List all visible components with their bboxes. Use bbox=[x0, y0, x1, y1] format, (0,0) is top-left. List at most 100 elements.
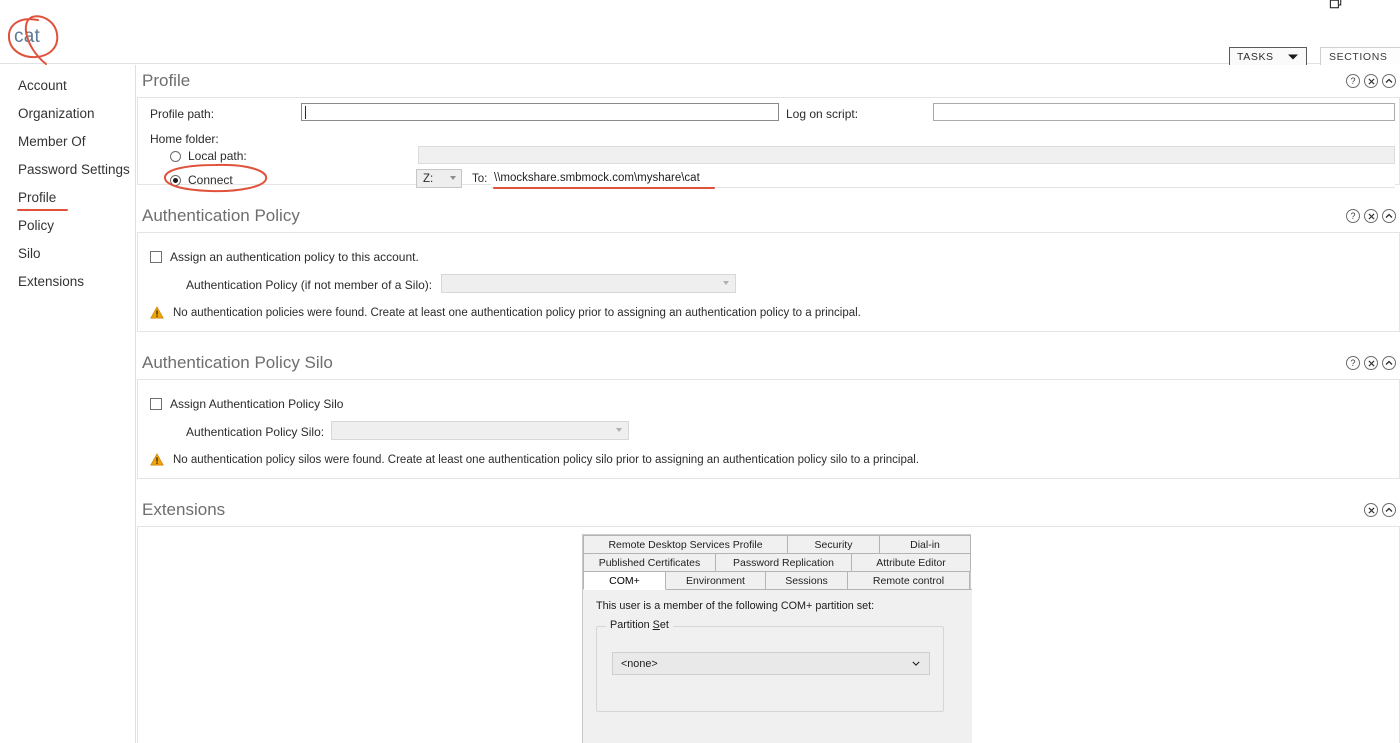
chevron-up-icon[interactable] bbox=[1382, 74, 1396, 88]
auth-policy-silo-section-header: Authentication Policy Silo ? bbox=[137, 347, 1400, 379]
tab-row-3: COM+ Environment Sessions Remote control bbox=[583, 571, 972, 590]
chevron-down-icon bbox=[616, 428, 622, 432]
tab-sessions[interactable]: Sessions bbox=[765, 571, 848, 590]
chevron-up-icon[interactable] bbox=[1382, 209, 1396, 223]
profile-section-header: Profile ? bbox=[137, 65, 1400, 97]
auth-policy-silo-label: Authentication Policy Silo: bbox=[186, 425, 325, 439]
auth-policy-section-header: Authentication Policy ? bbox=[137, 200, 1400, 232]
auth-policy-silo-warning-text: No authentication policy silos were foun… bbox=[173, 453, 920, 466]
close-icon[interactable] bbox=[1364, 356, 1378, 370]
auth-policy-select[interactable] bbox=[441, 274, 736, 293]
sidebar-item-silo[interactable]: Silo bbox=[0, 239, 135, 267]
section-header-icons bbox=[1364, 503, 1396, 517]
profile-path-label: Profile path: bbox=[150, 107, 215, 121]
tab-security[interactable]: Security bbox=[787, 535, 880, 553]
sections-button[interactable]: SECTIONS bbox=[1320, 47, 1400, 66]
sidebar-item-password-settings[interactable]: Password Settings bbox=[0, 155, 135, 183]
partition-set-groupbox: Partition Set <none> bbox=[596, 619, 944, 712]
chevron-down-icon bbox=[723, 281, 729, 285]
radio-connect[interactable] bbox=[170, 174, 181, 186]
group-label-pre: Partition bbox=[610, 619, 653, 631]
tab-remote-control[interactable]: Remote control bbox=[847, 571, 970, 590]
tab-com-plus[interactable]: COM+ bbox=[583, 571, 666, 590]
com-plus-tab-page: This user is a member of the following C… bbox=[583, 589, 972, 743]
connect-radio-row[interactable]: Connect bbox=[170, 173, 233, 187]
profile-panel: Profile path: Log on script: Home folder… bbox=[137, 97, 1400, 193]
tab-label: Environment bbox=[686, 575, 745, 587]
auth-policy-silo-select[interactable] bbox=[331, 421, 629, 440]
tab-label: Remote control bbox=[872, 575, 945, 587]
tab-label: Security bbox=[814, 538, 853, 551]
local-path-radio-row[interactable]: Local path: bbox=[170, 149, 247, 163]
section-header-icons: ? bbox=[1346, 209, 1396, 223]
sidebar-item-organization[interactable]: Organization bbox=[0, 99, 135, 127]
tab-label: Dial-in bbox=[910, 538, 940, 551]
profile-path-input[interactable] bbox=[301, 103, 779, 121]
close-icon[interactable] bbox=[1364, 503, 1378, 517]
tab-published-certificates[interactable]: Published Certificates bbox=[583, 553, 716, 571]
close-icon[interactable] bbox=[1364, 74, 1378, 88]
radio-local-path[interactable] bbox=[170, 150, 181, 162]
auth-policy-silo-panel: Assign Authentication Policy Silo Authen… bbox=[137, 379, 1400, 479]
red-underline-annotation bbox=[493, 187, 715, 189]
logon-script-input[interactable] bbox=[933, 103, 1395, 121]
auth-policy-silo-warning: No authentication policy silos were foun… bbox=[150, 453, 919, 466]
tab-password-replication[interactable]: Password Replication bbox=[715, 553, 852, 571]
restore-window-icon[interactable] bbox=[1329, 0, 1344, 11]
group-label-accel: S bbox=[652, 619, 660, 631]
section-title: Extensions bbox=[142, 500, 226, 519]
tab-attribute-editor[interactable]: Attribute Editor bbox=[851, 553, 971, 571]
section-header-icons: ? bbox=[1346, 356, 1396, 370]
text-caret bbox=[305, 106, 306, 119]
partition-set-select[interactable]: <none> bbox=[612, 652, 930, 675]
page-header: cat TASKS SECTIONS bbox=[0, 12, 1400, 66]
warning-triangle-icon bbox=[150, 306, 164, 319]
chevron-up-icon[interactable] bbox=[1382, 503, 1396, 517]
content-pane: Profile ? Profile path: Log on script: H… bbox=[137, 65, 1400, 743]
sidebar-item-label: Password Settings bbox=[18, 161, 130, 177]
home-folder-label: Home folder: bbox=[150, 132, 219, 146]
partition-set-value: <none> bbox=[621, 657, 658, 670]
sidebar-item-account[interactable]: Account bbox=[0, 71, 135, 99]
unc-path-value: \\mockshare.smbmock.com\myshare\cat bbox=[494, 172, 700, 184]
help-icon[interactable]: ? bbox=[1346, 74, 1360, 88]
tab-label: Published Certificates bbox=[598, 556, 701, 569]
sidebar-item-extensions[interactable]: Extensions bbox=[0, 267, 135, 295]
auth-policy-label: Authentication Policy (if not member of … bbox=[186, 278, 433, 292]
checkbox-assign-auth-policy[interactable] bbox=[150, 251, 162, 263]
tab-label: Sessions bbox=[785, 575, 828, 587]
ad-admin-center-window: cat TASKS SECTIONS Account Organization … bbox=[0, 0, 1400, 743]
unc-path-input[interactable]: \\mockshare.smbmock.com\myshare\cat bbox=[491, 169, 1395, 188]
tasks-label: TASKS bbox=[1237, 50, 1274, 63]
tasks-dropdown-button[interactable]: TASKS bbox=[1229, 47, 1307, 66]
help-icon[interactable]: ? bbox=[1346, 209, 1360, 223]
tab-label: Remote Desktop Services Profile bbox=[608, 538, 763, 551]
section-navigation-sidebar: Account Organization Member Of Password … bbox=[0, 65, 136, 743]
sidebar-item-label: Account bbox=[18, 77, 67, 93]
chevron-up-icon[interactable] bbox=[1382, 356, 1396, 370]
assign-auth-policy-silo-checkbox-row[interactable]: Assign Authentication Policy Silo bbox=[150, 397, 343, 411]
checkbox-assign-auth-policy-silo[interactable] bbox=[150, 398, 162, 410]
help-icon[interactable]: ? bbox=[1346, 356, 1360, 370]
close-icon[interactable] bbox=[1364, 209, 1378, 223]
tab-remote-desktop-services-profile[interactable]: Remote Desktop Services Profile bbox=[583, 535, 788, 553]
tab-label: Attribute Editor bbox=[876, 556, 946, 569]
sidebar-item-member-of[interactable]: Member Of bbox=[0, 127, 135, 155]
local-path-input bbox=[418, 146, 1395, 164]
properties-dialog: Remote Desktop Services Profile Security… bbox=[582, 534, 972, 743]
tab-page-content: This user is a member of the following C… bbox=[596, 600, 959, 612]
assign-auth-policy-checkbox-row[interactable]: Assign an authentication policy to this … bbox=[150, 250, 419, 264]
page-title: cat bbox=[14, 26, 40, 47]
sidebar-item-label: Profile bbox=[18, 189, 57, 205]
tab-environment[interactable]: Environment bbox=[665, 571, 766, 590]
sidebar-item-profile[interactable]: Profile bbox=[0, 183, 135, 211]
section-title: Profile bbox=[142, 71, 191, 90]
sidebar-item-label: Organization bbox=[18, 105, 95, 121]
extensions-panel: Remote Desktop Services Profile Security… bbox=[137, 526, 1400, 743]
tab-row-1: Remote Desktop Services Profile Security… bbox=[583, 535, 972, 553]
sidebar-item-policy[interactable]: Policy bbox=[0, 211, 135, 239]
drive-letter-select[interactable]: Z: bbox=[416, 169, 462, 188]
tab-dial-in[interactable]: Dial-in bbox=[879, 535, 971, 553]
tab-label: Password Replication bbox=[733, 556, 834, 569]
assign-auth-policy-label: Assign an authentication policy to this … bbox=[170, 250, 419, 264]
